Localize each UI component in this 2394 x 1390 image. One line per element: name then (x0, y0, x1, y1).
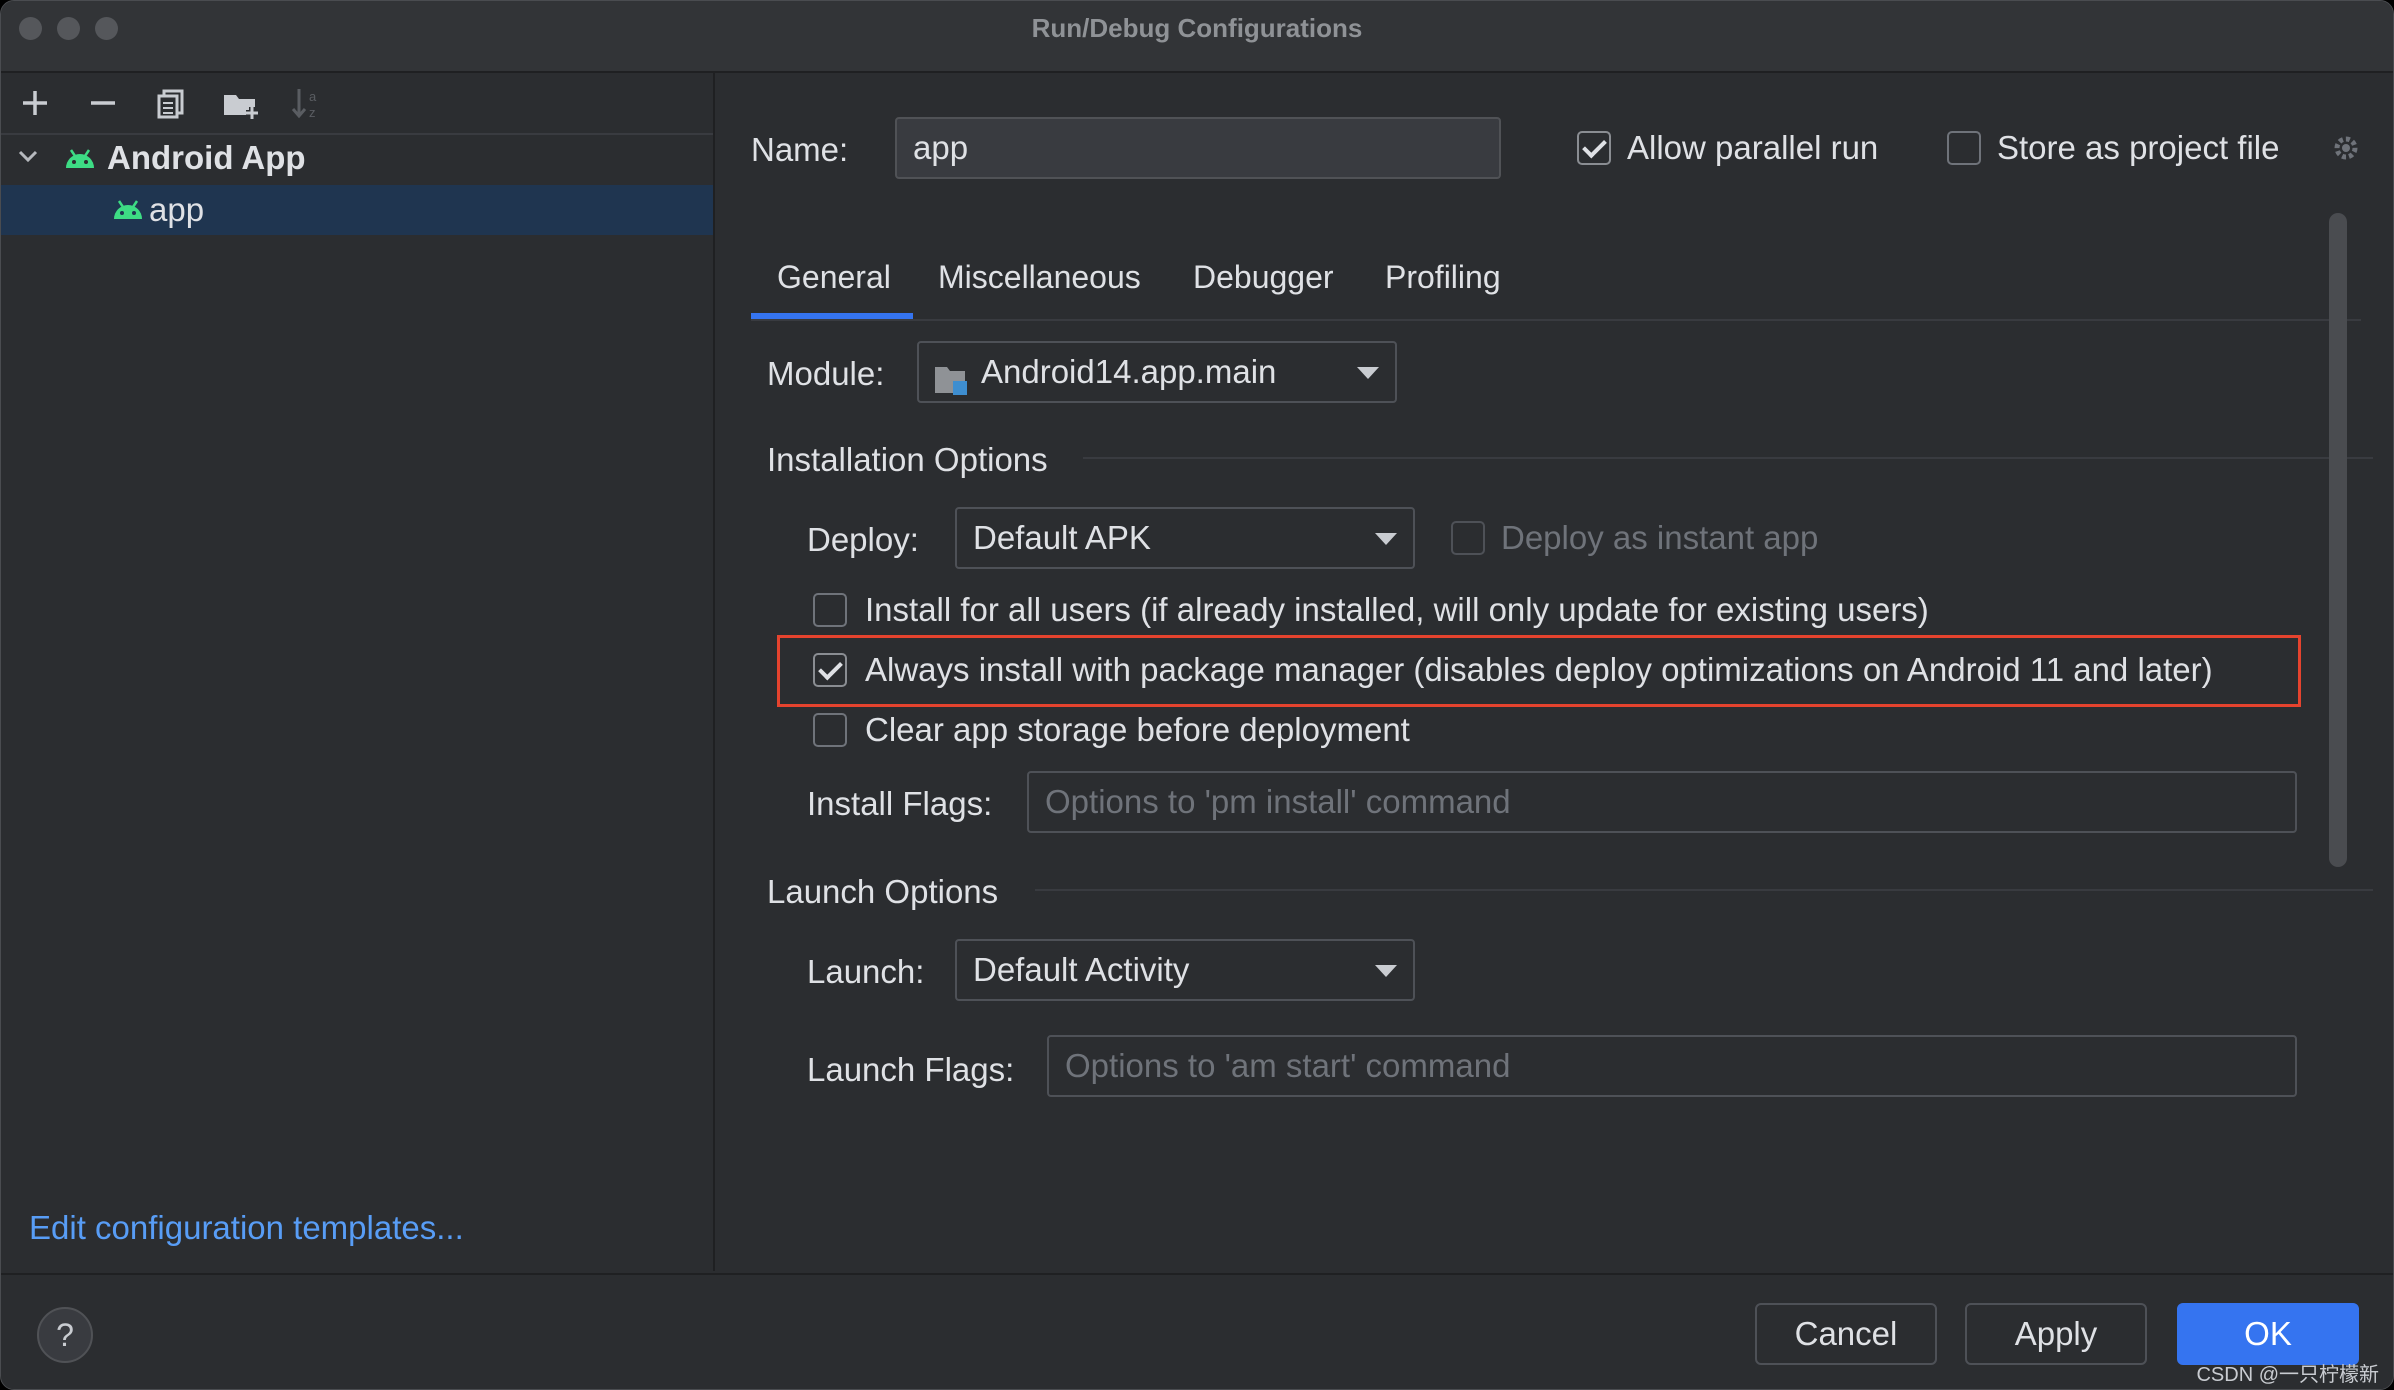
tab-debugger[interactable]: Debugger (1193, 259, 1334, 296)
installation-options-divider (1083, 457, 2373, 459)
tree-group-android-app[interactable]: Android App (1, 133, 713, 183)
chevron-down-icon (1375, 533, 1397, 545)
install-flags-label: Install Flags: (807, 785, 993, 822)
svg-text:z: z (309, 105, 316, 120)
tabs-separator (751, 319, 2361, 321)
dialog-footer: ? Cancel Apply OK CSDN @一只柠檬新 (1, 1273, 2393, 1389)
module-folder-icon (933, 357, 973, 395)
tab-profiling[interactable]: Profiling (1385, 259, 1501, 296)
installation-options-title: Installation Options (767, 441, 1048, 478)
chevron-down-icon (1357, 367, 1379, 379)
tab-miscellaneous[interactable]: Miscellaneous (938, 259, 1141, 296)
install-all-users-checkbox[interactable] (813, 593, 847, 627)
launch-value: Default Activity (973, 951, 1190, 988)
cancel-button[interactable]: Cancel (1755, 1303, 1937, 1365)
allow-parallel-label: Allow parallel run (1627, 129, 1879, 166)
name-input[interactable]: app (895, 117, 1501, 179)
launch-select[interactable]: Default Activity (955, 939, 1415, 1001)
copy-icon[interactable] (153, 85, 189, 121)
launch-options-title: Launch Options (767, 873, 999, 910)
clear-storage-checkbox[interactable] (813, 713, 847, 747)
android-icon (63, 146, 97, 170)
instant-app-label: Deploy as instant app (1501, 519, 1819, 556)
launch-flags-input[interactable]: Options to 'am start' command (1047, 1035, 2297, 1097)
android-icon (111, 197, 145, 221)
config-tree-panel: az Android App app Edit configuration te… (1, 73, 715, 1271)
deploy-value: Default APK (973, 519, 1151, 556)
deploy-select[interactable]: Default APK (955, 507, 1415, 569)
add-icon[interactable] (17, 85, 53, 121)
launch-flags-label: Launch Flags: (807, 1051, 1015, 1088)
launch-label: Launch: (807, 953, 925, 990)
module-value: Android14.app.main (981, 353, 1277, 390)
always-install-pm-label: Always install with package manager (dis… (865, 651, 2213, 688)
sort-icon[interactable]: az (289, 85, 325, 121)
name-label: Name: (751, 131, 849, 168)
tree-item-label: app (149, 191, 205, 228)
run-debug-dialog: Run/Debug Configurations az Android App … (0, 0, 2394, 1390)
svg-text:a: a (309, 89, 317, 104)
scrollbar[interactable] (2329, 213, 2347, 867)
tree-toolbar: az (1, 73, 713, 135)
edit-templates-link[interactable]: Edit configuration templates... (29, 1209, 464, 1247)
launch-options-divider (1035, 889, 2373, 891)
allow-parallel-checkbox[interactable] (1577, 131, 1611, 165)
ok-button[interactable]: OK (2177, 1303, 2359, 1365)
chevron-down-icon[interactable] (15, 143, 41, 169)
chevron-down-icon (1375, 965, 1397, 977)
deploy-label: Deploy: (807, 521, 919, 558)
store-project-file-label: Store as project file (1997, 129, 2280, 166)
install-all-users-label: Install for all users (if already instal… (865, 591, 1929, 628)
module-label: Module: (767, 355, 885, 392)
tree-item-app[interactable]: app (1, 185, 713, 235)
new-folder-icon[interactable] (221, 85, 258, 121)
store-project-file-checkbox[interactable] (1947, 131, 1981, 165)
apply-button[interactable]: Apply (1965, 1303, 2147, 1365)
install-flags-input[interactable]: Options to 'pm install' command (1027, 771, 2297, 833)
always-install-pm-checkbox[interactable] (813, 653, 847, 687)
tab-general[interactable]: General (777, 259, 891, 296)
config-editor-panel: Name: app Allow parallel run Store as pr… (715, 73, 2393, 1271)
help-button[interactable]: ? (37, 1307, 93, 1363)
gear-icon[interactable] (2329, 131, 2363, 165)
window-title: Run/Debug Configurations (1031, 13, 1363, 43)
watermark: CSDN @一只柠檬新 (2196, 1364, 2379, 1386)
module-select[interactable]: Android14.app.main (917, 341, 1397, 403)
tree-group-label: Android App (107, 139, 306, 176)
clear-storage-label: Clear app storage before deployment (865, 711, 1410, 748)
instant-app-checkbox[interactable] (1451, 521, 1485, 555)
title-bar: Run/Debug Configurations (1, 1, 2393, 73)
remove-icon[interactable] (85, 85, 121, 121)
